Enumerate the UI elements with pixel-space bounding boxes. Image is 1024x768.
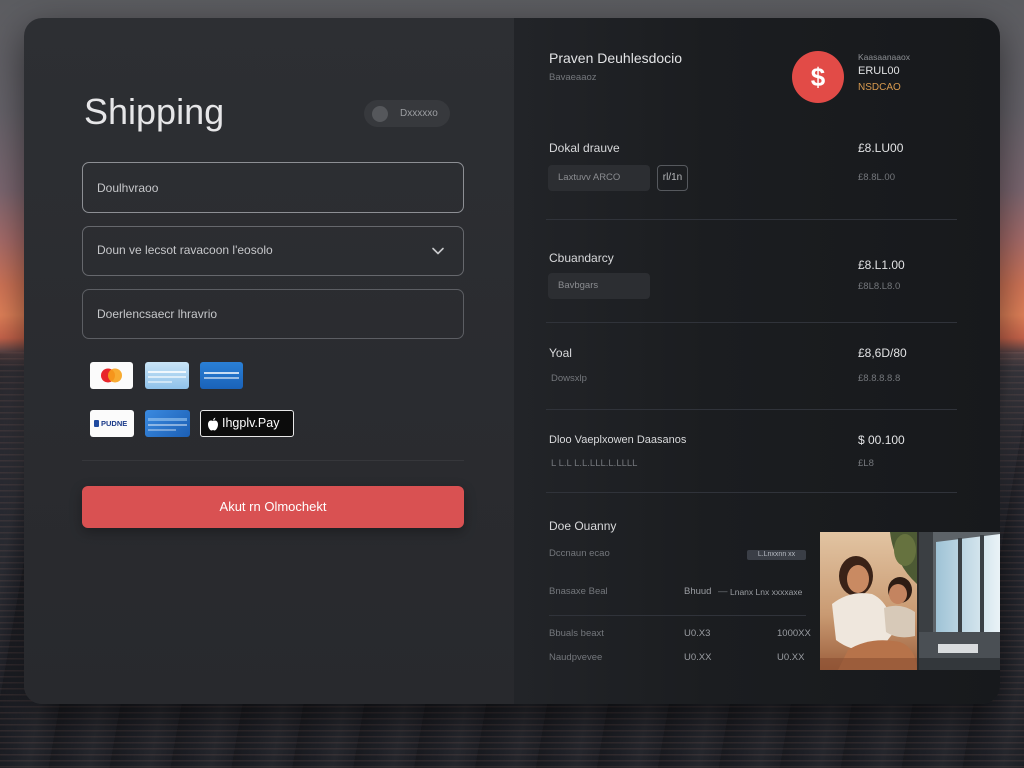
row-sub-label: Dowsxlp [551, 373, 587, 384]
paypal-icon[interactable]: PUDNE [90, 410, 134, 437]
summary-title: Praven Deuhlesdocio [549, 50, 683, 66]
row-divider [546, 409, 957, 410]
light-blue-card-icon[interactable] [145, 362, 189, 389]
details-divider [549, 615, 806, 616]
row-label: Dloo Vaeplxowen Daasanos [549, 434, 687, 446]
row-label: Cbuandarcy [549, 251, 614, 265]
blue-card-icon[interactable] [200, 362, 243, 389]
apple-pay-icon[interactable]: Ihgplv.Pay [200, 410, 294, 437]
details-line-col2: 1000XX [777, 628, 811, 639]
notes-field[interactable] [82, 289, 464, 339]
row-divider [546, 219, 957, 220]
toggle-knob[interactable] [372, 105, 388, 122]
region-select[interactable]: Doun ve lecsot ravacoon l'eosolo [82, 226, 464, 276]
page-title: Shipping [84, 91, 225, 132]
checkout-card: Shipping Dxxxxxo Doun ve lecsot ravacoon… [24, 18, 1000, 704]
summary-meta-status: NSDCAO [858, 82, 901, 93]
row-sub-value: £L8 [858, 458, 874, 469]
row-sub-value: £8L8.L8.0 [858, 281, 901, 292]
toggle-label: Dxxxxxo [400, 108, 438, 119]
row-value: £8,6D/80 [858, 346, 907, 360]
details-line-col2: U0.XX [777, 652, 805, 663]
details-line-col1: U0.X3 [684, 628, 711, 639]
shipping-panel: Shipping Dxxxxxo Doun ve lecsot ravacoon… [24, 18, 514, 704]
row-sub-label: L L.L L.L.LLL.L.LLLL [551, 458, 638, 469]
row-label: Dokal drauve [549, 141, 620, 155]
details-line-label: Naudpvevee [549, 652, 603, 663]
mastercard-icon[interactable] [90, 362, 133, 389]
details-header-col1: Bhuud [684, 586, 712, 597]
dollar-icon: $ [792, 51, 844, 103]
details-line-col1: U0.XX [684, 652, 712, 663]
row-sub-value: £8.8L.00 [858, 172, 895, 183]
summary-meta-amount: ERUL00 [858, 65, 900, 77]
chevron-down-icon[interactable] [431, 244, 445, 258]
details-line-label: Bbuals beaxt [549, 628, 604, 639]
row-label: Yoal [549, 346, 572, 360]
row-divider [546, 322, 957, 323]
delivery-option-field[interactable]: Bavbgars [548, 273, 650, 299]
paypal-label: PUDNE [101, 419, 128, 428]
address-input[interactable] [83, 163, 463, 212]
promo-apply-button[interactable]: rl/1n [657, 165, 688, 191]
form-divider [82, 460, 464, 461]
details-title: Doe Ouanny [549, 519, 617, 533]
notes-input[interactable] [83, 290, 463, 338]
submit-button[interactable]: Akut rn Olmochekt [82, 486, 464, 528]
summary-meta-label: Kaasaanaaox [858, 52, 910, 62]
row-divider [546, 492, 957, 493]
address-field[interactable] [82, 162, 464, 213]
apple-pay-label: Ihgplv.Pay [222, 416, 280, 430]
details-header-label: Bnasaxe Beal [549, 586, 608, 597]
details-badge: L.Lnxxnn xx [747, 550, 806, 560]
details-subtitle: Dccnaun ecao [549, 548, 610, 559]
region-select-value: Doun ve lecsot ravacoon l'eosolo [97, 243, 273, 257]
row-value: £8.LU00 [858, 141, 904, 155]
photo-thumbnail [820, 532, 1000, 670]
details-header-sep: — [718, 586, 728, 597]
blue-card-icon[interactable] [145, 410, 190, 437]
row-value: £8.L1.00 [858, 258, 905, 272]
order-summary-panel: Praven Deuhlesdocio Bavaeaaoz $ Kaasaana… [514, 18, 1000, 704]
details-header-col2: Lnanx Lnx xxxxaxe [730, 587, 803, 597]
apple-logo-icon [208, 417, 218, 431]
promo-code-field[interactable]: Laxtuvv ARCO [548, 165, 650, 191]
summary-subtitle: Bavaeaaoz [549, 72, 597, 83]
row-value: $ 00.100 [858, 433, 905, 447]
row-sub-value: £8.8.8.8.8 [858, 373, 901, 384]
shipping-toggle[interactable]: Dxxxxxo [364, 100, 450, 127]
